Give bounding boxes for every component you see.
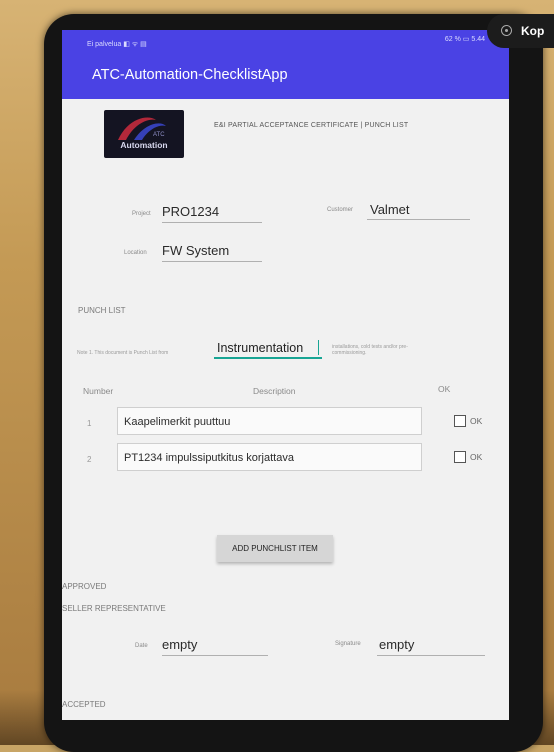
overlay-label: Kop — [521, 24, 545, 38]
app-title: ATC-Automation-ChecklistApp — [92, 67, 288, 83]
logo-text: Automation — [120, 140, 168, 150]
date-field[interactable]: empty — [162, 637, 197, 652]
customer-label: Customer — [327, 207, 354, 213]
approved-heading: APPROVED — [62, 582, 107, 591]
status-carrier: Ei palvelua ◧ ᯤ ▤ — [87, 41, 147, 48]
company-logo: ATC Automation — [104, 110, 184, 158]
punch-list-heading: PUNCH LIST — [78, 306, 126, 315]
note-source-input[interactable]: Instrumentation — [217, 341, 303, 355]
column-number: Number — [83, 386, 114, 396]
ok-checkbox[interactable] — [454, 451, 466, 463]
project-underline — [162, 222, 262, 223]
ok-label: OK — [470, 452, 483, 462]
note-text-right: installations, cold tests and/or pre-com… — [332, 344, 408, 356]
signature-field[interactable]: empty — [379, 637, 414, 652]
svg-text:ATC: ATC — [153, 132, 165, 138]
lens-overlay-button[interactable]: Kop — [487, 14, 554, 48]
location-label: Location — [124, 250, 147, 256]
date-underline — [162, 655, 268, 656]
description-field[interactable]: PT1234 impulssiputkitus korjattava — [117, 443, 422, 471]
note-text-left: Note 1. This document is Punch List from — [77, 350, 169, 356]
certificate-title: E&I PARTIAL ACCEPTANCE CERTIFICATE | PUN… — [214, 122, 409, 129]
description-field[interactable]: Kaapelimerkit puuttuu — [117, 407, 422, 435]
seller-representative-heading: SELLER REPRESENTATIVE — [62, 604, 166, 613]
status-battery-time: 62 % ▭ 5.44 — [444, 36, 485, 43]
project-field[interactable]: PRO1234 — [162, 204, 219, 219]
customer-underline — [367, 219, 470, 220]
date-label: Date — [135, 643, 148, 649]
row-number: 1 — [87, 419, 92, 428]
tablet-screen: Ei palvelua ◧ ᯤ ▤ 62 % ▭ 5.44 ATC-Automa… — [62, 30, 509, 720]
signature-underline — [377, 655, 485, 656]
column-ok: OK — [438, 384, 451, 394]
text-cursor — [318, 340, 319, 355]
column-description: Description — [253, 386, 296, 396]
customer-field[interactable]: Valmet — [370, 202, 410, 217]
signature-label: Signature — [335, 641, 361, 647]
logo-swoosh-icon: ATC — [118, 117, 166, 140]
camera-lens-icon — [501, 25, 512, 36]
status-bar: Ei palvelua ◧ ᯤ ▤ 62 % ▭ 5.44 — [62, 30, 509, 52]
note-source-underline — [214, 357, 322, 359]
location-field[interactable]: FW System — [162, 243, 229, 258]
project-label: Project — [132, 211, 151, 217]
ok-checkbox[interactable] — [454, 415, 466, 427]
location-underline — [162, 261, 262, 262]
ok-label: OK — [470, 416, 483, 426]
add-punchlist-item-button[interactable]: ADD PUNCHLIST ITEM — [217, 535, 333, 562]
accepted-heading: ACCEPTED — [62, 700, 106, 709]
app-bar: ATC-Automation-ChecklistApp — [62, 52, 509, 99]
row-number: 2 — [87, 455, 92, 464]
